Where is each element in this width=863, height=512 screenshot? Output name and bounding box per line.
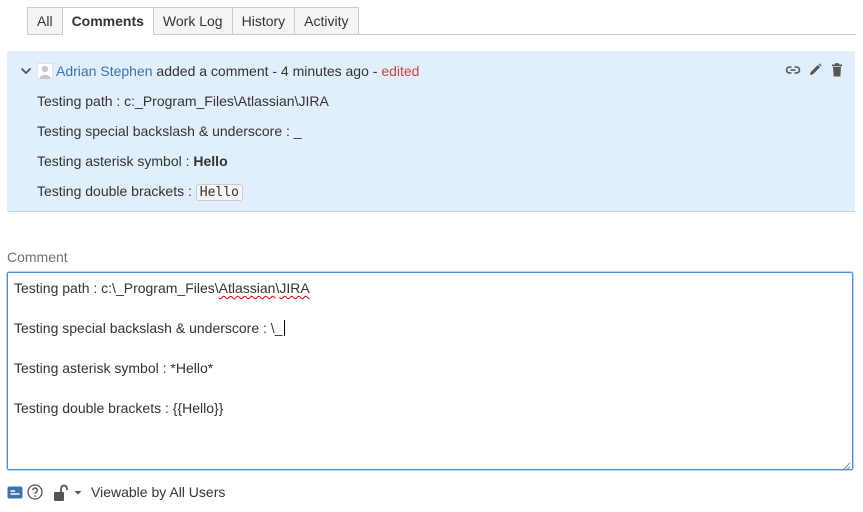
comment-actions: [785, 62, 845, 78]
comment-line-asterisk: Testing asterisk symbol : Hello: [37, 152, 329, 182]
comment-line-brackets: Testing double brackets : Hello: [37, 182, 329, 212]
spellcheck-word: JIRA: [279, 280, 310, 296]
caret-down-icon: [73, 484, 83, 500]
comment-edited-label[interactable]: edited: [381, 63, 419, 79]
comment-header: Adrian Stephen added a comment - 4 minut…: [19, 61, 419, 81]
comment-textarea-content[interactable]: Testing path : c:\_Program_Files\Atlassi…: [14, 280, 310, 440]
tab-all[interactable]: All: [27, 7, 62, 35]
avatar-icon: [36, 62, 54, 80]
editor-text: Testing path : c:\_Program_Files\: [14, 280, 219, 296]
link-icon[interactable]: [785, 62, 801, 78]
unlock-icon: [53, 484, 69, 501]
comment-footer: Viewable by All Users: [7, 483, 225, 501]
comment-meta: added a comment - 4 minutes ago -: [152, 63, 382, 79]
comment-body: Testing path : c:_Program_Files\Atlassia…: [37, 92, 329, 212]
editor-text: Testing special backslash & underscore :…: [14, 320, 283, 336]
comment-textarea[interactable]: Testing path : c:\_Program_Files\Atlassi…: [7, 272, 853, 471]
comment-line-prefix: Testing asterisk symbol :: [37, 153, 194, 169]
tab-activity[interactable]: Activity: [294, 7, 359, 35]
pencil-icon[interactable]: [807, 62, 823, 78]
tab-work-log[interactable]: Work Log: [152, 7, 232, 35]
editor-line-path: Testing path : c:\_Program_Files\Atlassi…: [14, 280, 310, 320]
editor-line-asterisk: Testing asterisk symbol : *Hello*: [14, 360, 214, 376]
resize-handle-icon[interactable]: [841, 458, 851, 471]
visibility-dropdown[interactable]: Viewable by All Users: [53, 484, 226, 501]
text-caret: [284, 320, 286, 336]
chevron-down-icon[interactable]: [19, 64, 33, 78]
comment-line-backslash: Testing special backslash & underscore :…: [37, 123, 302, 139]
help-icon[interactable]: [27, 484, 43, 500]
editor-line-backslash: Testing special backslash & underscore :…: [14, 320, 310, 360]
activity-tabs: All Comments Work Log History Activity: [27, 7, 359, 36]
tab-history[interactable]: History: [231, 7, 295, 35]
comment-field-label: Comment: [7, 249, 68, 265]
comment-line-path: Testing path : c:_Program_Files\Atlassia…: [37, 93, 329, 109]
comment-line-prefix: Testing double brackets :: [37, 183, 196, 199]
tab-comments[interactable]: Comments: [61, 7, 153, 36]
trash-icon[interactable]: [829, 62, 845, 78]
comment-code-text: Hello: [195, 184, 243, 201]
visibility-label: Viewable by All Users: [91, 484, 226, 500]
comment-author-link[interactable]: Adrian Stephen: [56, 63, 153, 79]
spellcheck-word: Atlassian: [218, 280, 276, 296]
text-mode-icon[interactable]: [7, 484, 23, 500]
editor-line-brackets: Testing double brackets : {{Hello}}: [14, 400, 224, 416]
comment-item: Adrian Stephen added a comment - 4 minut…: [7, 51, 855, 212]
comment-bold-text: Hello: [193, 153, 228, 169]
